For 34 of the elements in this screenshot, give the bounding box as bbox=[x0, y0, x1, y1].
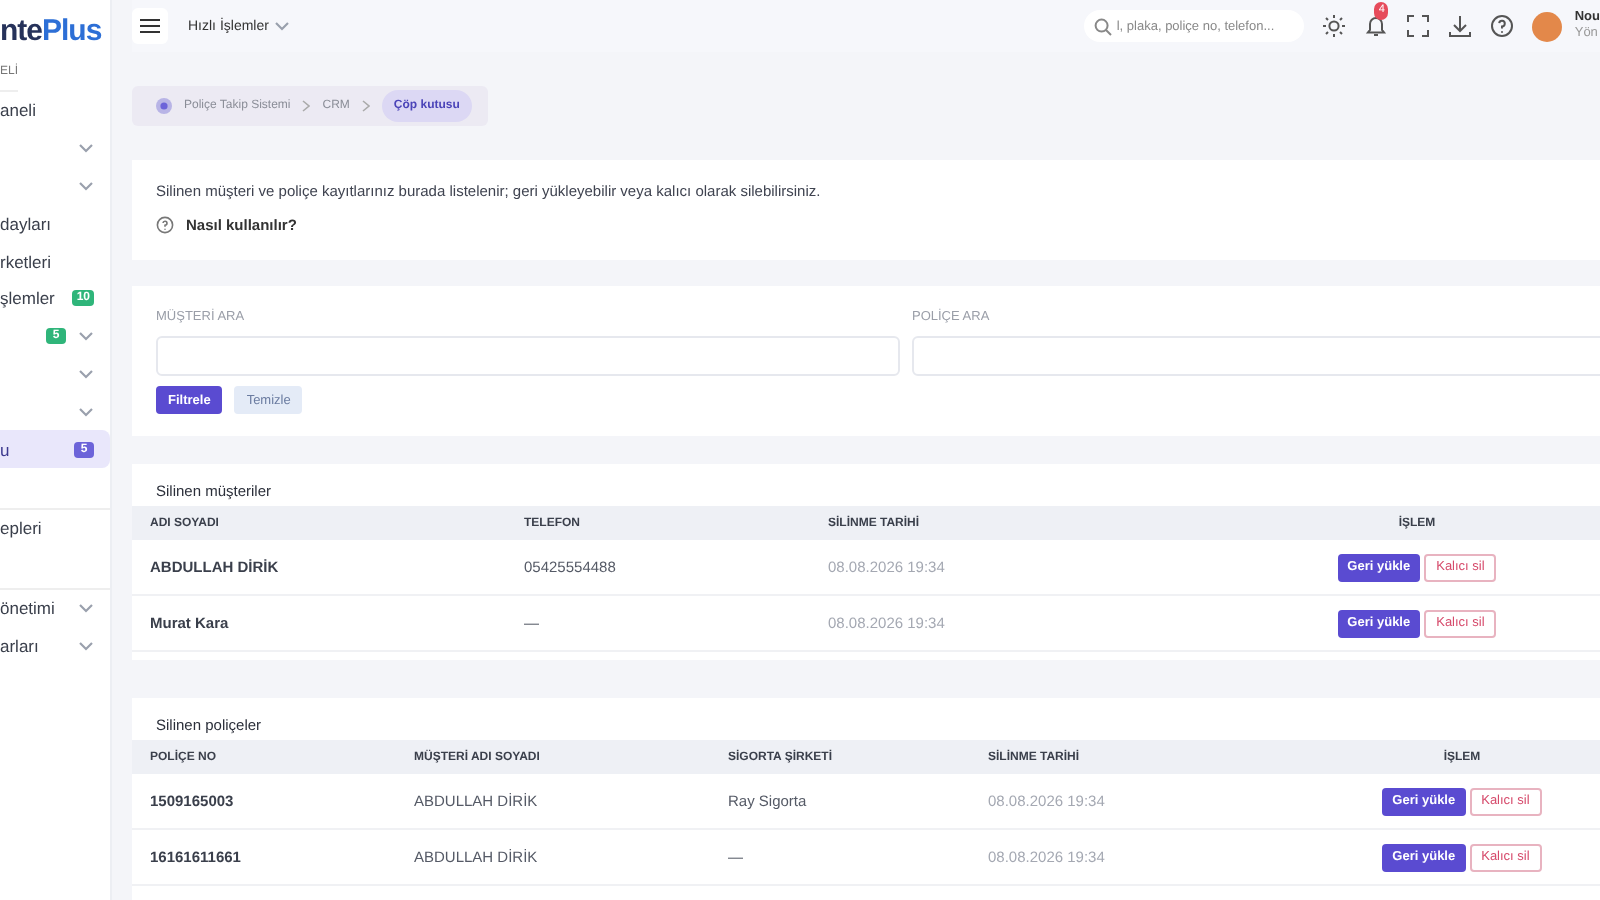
sun-icon bbox=[1322, 14, 1347, 38]
fullscreen-button[interactable] bbox=[1406, 14, 1431, 38]
notifications-icon bbox=[1364, 14, 1389, 38]
sidebar-item[interactable]: önetimi bbox=[0, 587, 110, 628]
sun-button[interactable] bbox=[1322, 14, 1347, 38]
download-button[interactable] bbox=[1448, 14, 1473, 38]
chevron-right-icon bbox=[302, 100, 311, 112]
sidebar-item[interactable]: arları bbox=[0, 627, 110, 665]
chevron-down-icon bbox=[78, 330, 94, 343]
chevron-down-icon bbox=[78, 405, 94, 418]
sidebar-item[interactable]: dayları bbox=[0, 204, 110, 243]
download-icon bbox=[1448, 14, 1473, 38]
sidebar-item[interactable]: rketleri bbox=[0, 242, 110, 280]
menu-button[interactable] bbox=[132, 8, 168, 44]
input-field[interactable] bbox=[912, 336, 1600, 376]
notifications-button[interactable] bbox=[1364, 14, 1389, 38]
help-icon bbox=[156, 216, 174, 234]
input-field[interactable] bbox=[156, 336, 900, 376]
help-icon bbox=[1490, 14, 1515, 38]
chevron-down-icon bbox=[78, 367, 94, 380]
sidebar-item[interactable]: epleri bbox=[0, 507, 110, 548]
help-button[interactable] bbox=[1490, 14, 1515, 38]
menu-icon bbox=[140, 18, 160, 34]
chevron-down-icon bbox=[78, 602, 94, 615]
chevron-down-icon bbox=[78, 142, 94, 155]
logo: ntePlus bbox=[0, 11, 104, 51]
chevron-down-icon bbox=[274, 20, 291, 32]
chevron-down-icon bbox=[78, 639, 94, 652]
avatar[interactable] bbox=[1532, 11, 1563, 41]
chevron-down-icon bbox=[78, 179, 94, 192]
sidebar-item[interactable]: aneli bbox=[0, 92, 110, 130]
search-icon bbox=[1094, 17, 1113, 35]
fullscreen-icon bbox=[1406, 14, 1431, 38]
chevron-right-icon bbox=[361, 100, 370, 112]
